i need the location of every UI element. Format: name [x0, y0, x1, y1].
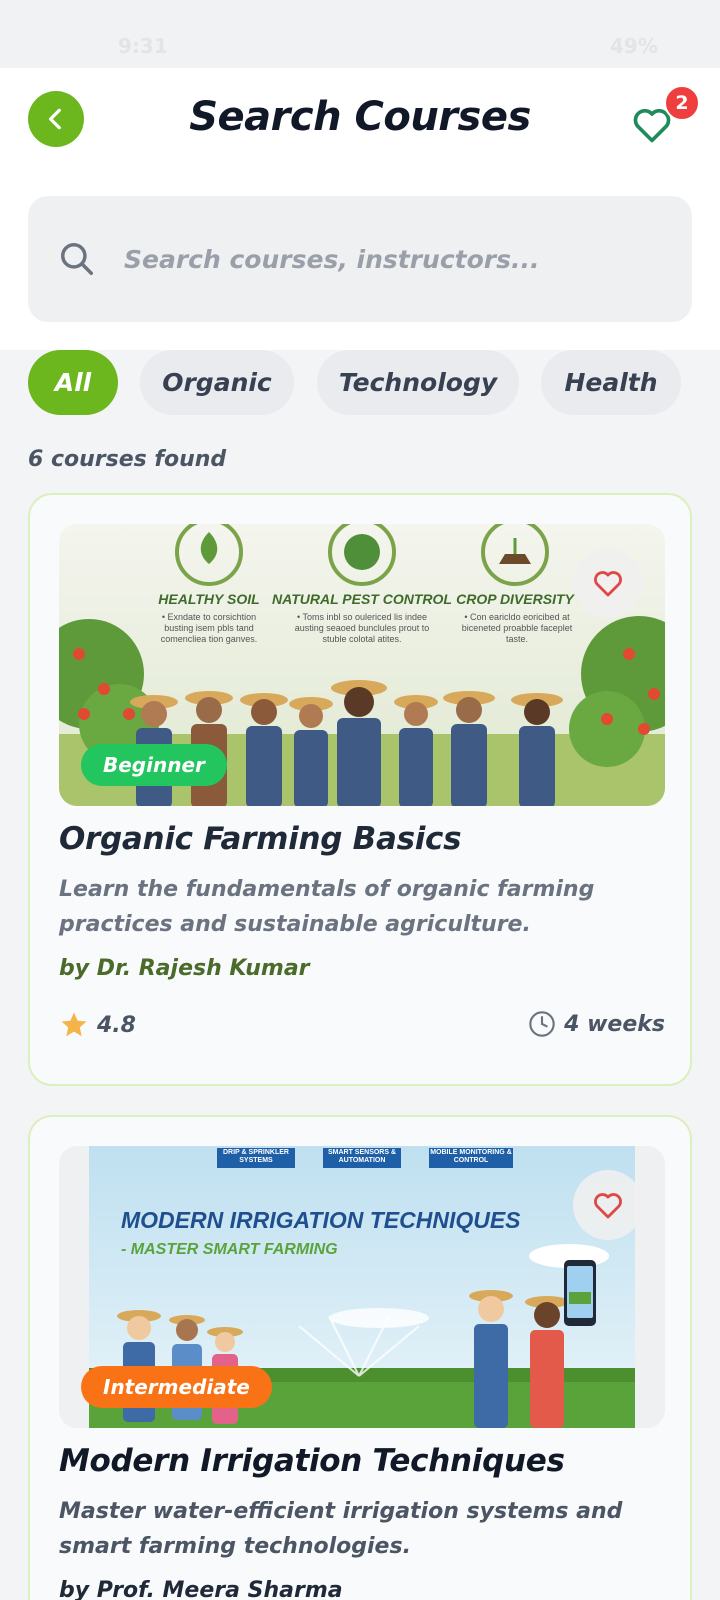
page-title: Search Courses	[189, 94, 531, 140]
filter-chip-technology[interactable]: Technology	[317, 350, 519, 415]
image-panel-text: • Exndate to corsichtion busting isem pb…	[160, 612, 258, 644]
course-duration: 4 weeks	[528, 1010, 665, 1038]
course-rating: 4.8	[59, 1010, 136, 1040]
course-card-modern-irrigation[interactable]: DRIP & SPRINKLER SYSTEMS SMART SENSORS &…	[28, 1115, 692, 1600]
course-card-organic-farming[interactable]: HEALTHY SOIL NATURAL PEST CONTROL CROP D…	[28, 493, 692, 1086]
image-panel-heading: HEALTHY SOIL	[158, 591, 259, 607]
favorites-button[interactable]: 2	[633, 85, 700, 148]
search-bar[interactable]	[28, 196, 692, 322]
level-badge: Intermediate	[81, 1366, 272, 1408]
results-count: 6 courses found	[28, 447, 227, 472]
image-panel-heading: NATURAL PEST CONTROL	[272, 591, 452, 607]
course-image: DRIP & SPRINKLER SYSTEMS SMART SENSORS &…	[59, 1146, 665, 1428]
course-title: Organic Farming Basics	[59, 821, 462, 857]
search-icon	[61, 243, 93, 275]
image-subheadline: - MASTER SMART FARMING	[121, 1241, 338, 1258]
clock-icon	[529, 1011, 555, 1037]
image-tag: SMART SENSORS & AUTOMATION	[327, 1149, 397, 1164]
status-battery: 49%	[610, 34, 658, 58]
image-headline: MODERN IRRIGATION TECHNIQUES	[121, 1207, 521, 1233]
heart-icon	[594, 1193, 622, 1219]
filter-chip-health[interactable]: Health	[541, 350, 681, 415]
heart-icon	[594, 571, 622, 597]
course-image: HEALTHY SOIL NATURAL PEST CONTROL CROP D…	[59, 524, 665, 806]
level-badge: Beginner	[81, 744, 227, 786]
image-panel-text: • Toms inbl so oulericed lis indee austi…	[294, 612, 430, 644]
image-panel-heading: CROP DIVERSITY	[456, 591, 575, 607]
category-filter-bar: All Organic Technology Health	[0, 350, 720, 416]
image-panel-text: • Con earicldo eoricibed at biceneted pr…	[461, 612, 573, 644]
image-tag: DRIP & SPRINKLER SYSTEMS	[223, 1149, 289, 1164]
image-tag: MOBILE MONITORING & CONTROL	[430, 1149, 512, 1164]
course-meta: 4.8 4 weeks	[59, 1010, 665, 1044]
status-bar: 9:31 49%	[0, 0, 720, 68]
course-instructor: by Prof. Meera Sharma	[59, 1578, 343, 1600]
course-description: Learn the fundamentals of organic farmin…	[59, 877, 595, 937]
duration-value: 4 weeks	[564, 1011, 665, 1037]
favorite-toggle-button[interactable]	[573, 1170, 643, 1240]
favorite-toggle-button[interactable]	[573, 548, 643, 618]
favorites-count-badge: 2	[664, 85, 700, 121]
filter-chip-organic[interactable]: Organic	[140, 350, 294, 415]
filter-chip-all[interactable]: All	[28, 350, 118, 415]
course-title: Modern Irrigation Techniques	[59, 1443, 565, 1479]
star-icon	[61, 1012, 87, 1037]
course-instructor: by Dr. Rajesh Kumar	[59, 956, 310, 981]
header: Search Courses 2	[0, 68, 720, 350]
status-time: 9:31	[118, 34, 168, 58]
course-description: Master water-efficient irrigation system…	[59, 1499, 623, 1559]
search-input[interactable]	[124, 236, 664, 282]
rating-value: 4.8	[97, 1012, 136, 1038]
